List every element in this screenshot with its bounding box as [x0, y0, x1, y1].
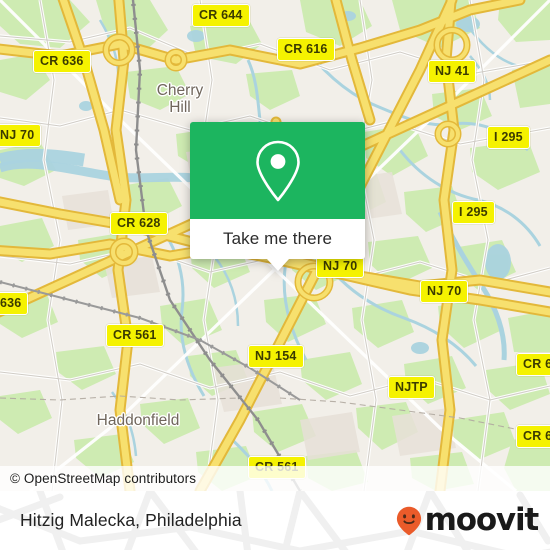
road-shield-636-left[interactable]: 636 — [0, 292, 29, 315]
place-label-cherry-hill: Cherry Hill — [156, 82, 204, 117]
road-shield-cr-616[interactable]: CR 616 — [277, 38, 335, 61]
osm-attribution-text[interactable]: © OpenStreetMap contributors — [0, 471, 196, 486]
moovit-map-screenshot: Cherry Hill Haddonfield CR 644 CR 616 NJ… — [0, 0, 550, 550]
popup-pointer-tail — [266, 259, 289, 271]
popup-header — [190, 122, 365, 219]
road-shield-nj-154[interactable]: NJ 154 — [248, 345, 304, 368]
location-title: Hitzig Malecka, Philadelphia — [20, 510, 242, 530]
road-shield-i-295-mid[interactable]: I 295 — [452, 201, 495, 224]
road-shield-i-295-top[interactable]: I 295 — [487, 126, 530, 149]
take-me-there-label: Take me there — [222, 229, 333, 248]
road-shield-nj-70-right[interactable]: NJ 70 — [420, 280, 469, 303]
osm-attribution-bar: © OpenStreetMap contributors — [0, 466, 550, 491]
map-pin-icon — [255, 140, 300, 201]
road-shield-nj-41-top[interactable]: NJ 41 — [428, 60, 477, 83]
road-shield-cr-636[interactable]: CR 636 — [33, 50, 91, 73]
location-popup-card[interactable]: Take me there — [190, 122, 365, 271]
road-shield-cr-67-upper[interactable]: CR 67 — [516, 353, 550, 376]
moovit-logo[interactable]: moovit — [396, 491, 540, 550]
bottom-info-bar: Hitzig Malecka, Philadelphia moovit — [0, 491, 550, 550]
road-shield-njtp[interactable]: NJTP — [388, 376, 435, 399]
road-shield-cr-628[interactable]: CR 628 — [110, 212, 168, 235]
road-shield-cr-67-lower[interactable]: CR 67 — [516, 425, 550, 448]
road-shield-nj-70-left[interactable]: NJ 70 — [0, 124, 42, 147]
popup-footer[interactable]: Take me there — [190, 219, 365, 271]
place-label-haddonfield: Haddonfield — [96, 412, 180, 429]
road-shield-cr-561-left[interactable]: CR 561 — [106, 324, 164, 347]
moovit-wordmark: moovit — [424, 502, 540, 538]
road-shield-cr-644[interactable]: CR 644 — [192, 4, 250, 27]
moovit-pin-icon — [396, 506, 421, 535]
